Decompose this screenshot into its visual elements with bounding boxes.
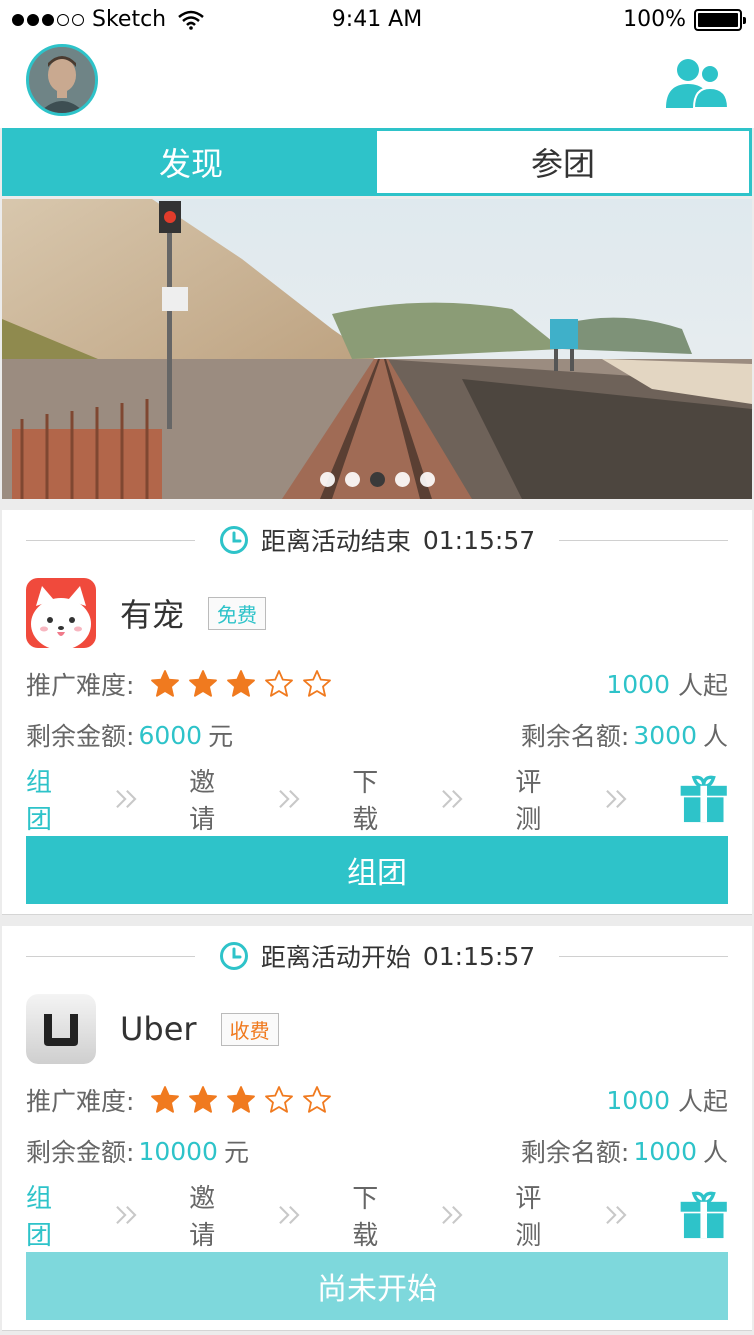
difficulty-row: 推广难度: 1000 人起	[26, 666, 728, 702]
star-filled-icon	[227, 1086, 256, 1113]
gift-icon	[680, 1191, 727, 1239]
step-review: 评测	[515, 1184, 542, 1251]
countdown-row: 距离活动结束 01:15:57	[26, 522, 729, 558]
countdown-value: 01:15:57	[422, 525, 536, 555]
tab-join-group[interactable]: 参团	[377, 131, 749, 193]
star-filled-icon	[151, 1086, 180, 1113]
quota-label: 剩余名额:	[520, 722, 630, 751]
gift-icon	[680, 775, 727, 823]
divider	[26, 539, 195, 541]
countdown-value: 01:15:57	[422, 941, 536, 971]
divider	[559, 955, 729, 957]
status-bar: Sketch 9:41 AM 100%	[0, 0, 754, 40]
divider	[26, 955, 195, 957]
price-badge: 收费	[220, 1012, 279, 1046]
quota-label: 剩余名额:	[520, 1138, 630, 1167]
app-icon-youchong[interactable]	[26, 578, 96, 648]
star-filled-icon	[189, 1086, 218, 1113]
clock-icon	[219, 526, 248, 554]
carousel-dot[interactable]	[369, 472, 385, 487]
amount-label: 剩余金额:	[26, 722, 135, 751]
difficulty-row: 推广难度: 1000 人起	[26, 1082, 728, 1118]
countdown-label: 距离活动开始	[260, 943, 411, 972]
countdown-label: 距离活动结束	[260, 527, 411, 556]
step-form-group: 组团	[26, 768, 53, 835]
min-people-value: 1000	[606, 669, 670, 699]
carousel-dot[interactable]	[394, 472, 410, 487]
chevron-right-icon	[116, 1206, 137, 1224]
difficulty-stars	[150, 669, 332, 699]
segment-tabs: 发现 参团	[2, 128, 752, 196]
amount-value: 6000	[138, 720, 203, 750]
chevron-right-icon	[116, 790, 137, 808]
step-invite: 邀请	[189, 768, 216, 835]
star-empty-icon	[265, 670, 294, 697]
star-filled-icon	[151, 670, 180, 697]
quota-value: 1000	[633, 1136, 697, 1166]
difficulty-stars	[150, 1085, 332, 1115]
battery-percent: 100%	[623, 7, 686, 32]
difficulty-label: 推广难度:	[26, 1087, 135, 1116]
status-right: 100%	[623, 7, 746, 32]
min-people-value: 1000	[606, 1085, 670, 1115]
amount-value: 10000	[138, 1136, 218, 1166]
star-empty-icon	[265, 1086, 294, 1113]
group-icon[interactable]	[664, 56, 730, 108]
step-download: 下载	[352, 768, 379, 835]
carousel-dot[interactable]	[344, 472, 360, 487]
divider	[559, 539, 729, 541]
app-name: 有宠	[120, 596, 185, 634]
star-empty-icon	[303, 670, 332, 697]
min-people-unit: 人起	[677, 1087, 728, 1116]
remaining-row: 剩余金额: 6000 元 剩余名额: 3000 人	[26, 717, 728, 753]
quota-unit: 人	[702, 1138, 728, 1167]
avatar-image	[29, 47, 95, 113]
battery-icon	[694, 8, 746, 31]
difficulty-label: 推广难度:	[26, 671, 135, 700]
carousel-indicator	[2, 472, 752, 487]
step-form-group: 组团	[26, 1184, 53, 1251]
app-name: Uber	[120, 1010, 197, 1048]
chevron-right-icon	[442, 790, 463, 808]
chevron-right-icon	[605, 790, 627, 808]
banner-image	[2, 199, 752, 499]
quota-unit: 人	[702, 722, 728, 751]
chevron-right-icon	[279, 790, 300, 808]
star-filled-icon	[189, 670, 218, 697]
countdown-row: 距离活动开始 01:15:57	[26, 938, 729, 974]
tab-discover[interactable]: 发现	[5, 131, 377, 193]
amount-label: 剩余金额:	[26, 1138, 135, 1167]
campaign-card: 距离活动开始 01:15:57 Uber 收费 推广难度: 1000 人起 剩余…	[2, 926, 752, 1331]
chevron-right-icon	[605, 1206, 627, 1224]
steps-row: 组团 邀请 下载 评测	[26, 1184, 728, 1251]
star-empty-icon	[303, 1086, 332, 1113]
clock-icon	[219, 942, 248, 970]
step-review: 评测	[515, 768, 542, 835]
price-badge: 免费	[208, 596, 267, 630]
app-header	[0, 40, 754, 128]
app-info: Uber 收费	[26, 994, 279, 1064]
amount-unit: 元	[223, 1138, 249, 1167]
carousel-dot[interactable]	[419, 472, 435, 487]
steps-row: 组团 邀请 下载 评测	[26, 768, 728, 835]
quota-value: 3000	[633, 720, 697, 750]
banner-carousel[interactable]	[2, 199, 752, 499]
step-download: 下载	[352, 1184, 379, 1251]
chevron-right-icon	[442, 1206, 463, 1224]
min-people-unit: 人起	[677, 671, 728, 700]
campaign-card: 距离活动结束 01:15:57 有宠 免费 推广难度: 1000 人起 剩余金额…	[2, 510, 752, 915]
remaining-row: 剩余金额: 10000 元 剩余名额: 1000 人	[26, 1133, 728, 1169]
avatar[interactable]	[26, 44, 98, 116]
app-icon-uber[interactable]	[26, 994, 96, 1064]
app-info: 有宠 免费	[26, 578, 267, 648]
form-group-button[interactable]: 组团	[26, 836, 728, 904]
chevron-right-icon	[279, 1206, 300, 1224]
star-filled-icon	[227, 670, 256, 697]
step-invite: 邀请	[189, 1184, 216, 1251]
amount-unit: 元	[208, 722, 234, 751]
carousel-dot[interactable]	[319, 472, 335, 487]
not-started-button[interactable]: 尚未开始	[26, 1252, 728, 1320]
